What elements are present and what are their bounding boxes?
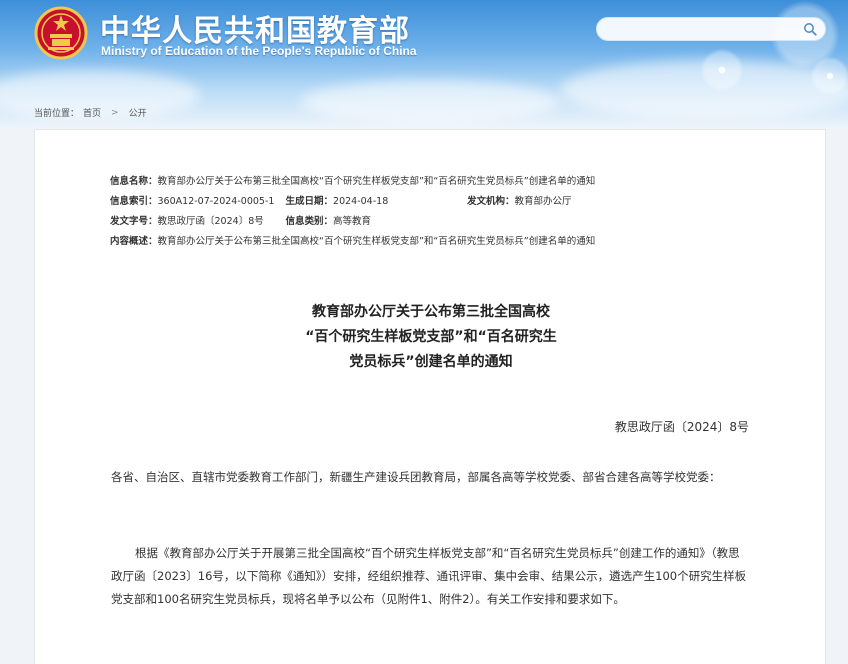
meta-row-index: 信息索引： 360A12-07-2024-0005-1 生成日期： 2024-0…	[110, 192, 595, 212]
document-title: 教育部办公厅关于公布第三批全国高校 “百个研究生样板党支部”和“百名研究生 党员…	[35, 300, 827, 375]
dandelion-decoration	[810, 56, 848, 96]
body-paragraph: 根据《教育部办公厅关于开展第三批全国高校“百个研究生样板党支部”和“百名研究生党…	[111, 546, 747, 606]
meta-row-name: 信息名称： 教育部办公厅关于公布第三批全国高校“百个研究生样板党支部”和“百名研…	[110, 172, 595, 192]
meta-label-org: 发文机构：	[467, 196, 515, 207]
dandelion-decoration	[700, 48, 744, 92]
site-header: 中华人民共和国教育部 Ministry of Education of the …	[0, 0, 848, 128]
breadcrumb-item-home[interactable]: 首页	[83, 106, 101, 119]
meta-row-summary: 内容概述： 教育部办公厅关于公布第三批全国高校“百个研究生样板党支部”和“百名研…	[110, 232, 595, 252]
document-title-line: “百个研究生样板党支部”和“百名研究生	[305, 329, 557, 345]
addressee-paragraph: 各省、自治区、直辖市党委教育工作部门，新疆生产建设兵团教育局，部属各高等学校党委…	[111, 470, 721, 484]
meta-value-docno: 教思政厅函〔2024〕8号	[157, 216, 264, 227]
meta-label-name: 信息名称：	[110, 176, 158, 187]
document-title-line: 党员标兵”创建名单的通知	[349, 354, 513, 370]
cloud-decoration	[300, 80, 560, 124]
meta-value-date: 2024-04-18	[333, 196, 389, 207]
breadcrumb: 当前位置： 首页 > 公开	[34, 106, 147, 120]
document-title-line: 教育部办公厅关于公布第三批全国高校	[312, 304, 550, 320]
chevron-right-icon: >	[111, 107, 119, 118]
meta-value-category: 高等教育	[333, 216, 372, 227]
meta-value-summary: 教育部办公厅关于公布第三批全国高校“百个研究生样板党支部”和“百名研究生党员标兵…	[157, 236, 596, 247]
meta-value-org: 教育部办公厅	[514, 196, 572, 207]
content-panel: 信息名称： 教育部办公厅关于公布第三批全国高校“百个研究生样板党支部”和“百名研…	[34, 129, 826, 664]
meta-label-index: 信息索引：	[110, 196, 158, 207]
document-number: 教思政厅函〔2024〕8号	[614, 420, 749, 434]
breadcrumb-label: 当前位置：	[34, 109, 80, 119]
search-input[interactable]	[596, 17, 826, 41]
site-subtitle[interactable]: Ministry of Education of the People's Re…	[101, 44, 417, 58]
meta-label-date: 生成日期：	[285, 196, 334, 207]
meta-label-category: 信息类别：	[285, 216, 334, 227]
breadcrumb-item-public[interactable]: 公开	[129, 106, 147, 119]
search-icon[interactable]	[803, 22, 817, 36]
meta-label-summary: 内容概述：	[110, 236, 158, 247]
metadata-table: 信息名称： 教育部办公厅关于公布第三批全国高校“百个研究生样板党支部”和“百名研…	[110, 172, 595, 252]
meta-value-index: 360A12-07-2024-0005-1	[157, 196, 275, 207]
meta-row-docno: 发文字号： 教思政厅函〔2024〕8号 信息类别： 高等教育	[110, 212, 595, 232]
meta-value-name: 教育部办公厅关于公布第三批全国高校“百个研究生样板党支部”和“百名研究生党员标兵…	[157, 176, 596, 187]
national-emblem-icon[interactable]	[34, 6, 88, 60]
meta-label-docno: 发文字号：	[110, 216, 158, 227]
